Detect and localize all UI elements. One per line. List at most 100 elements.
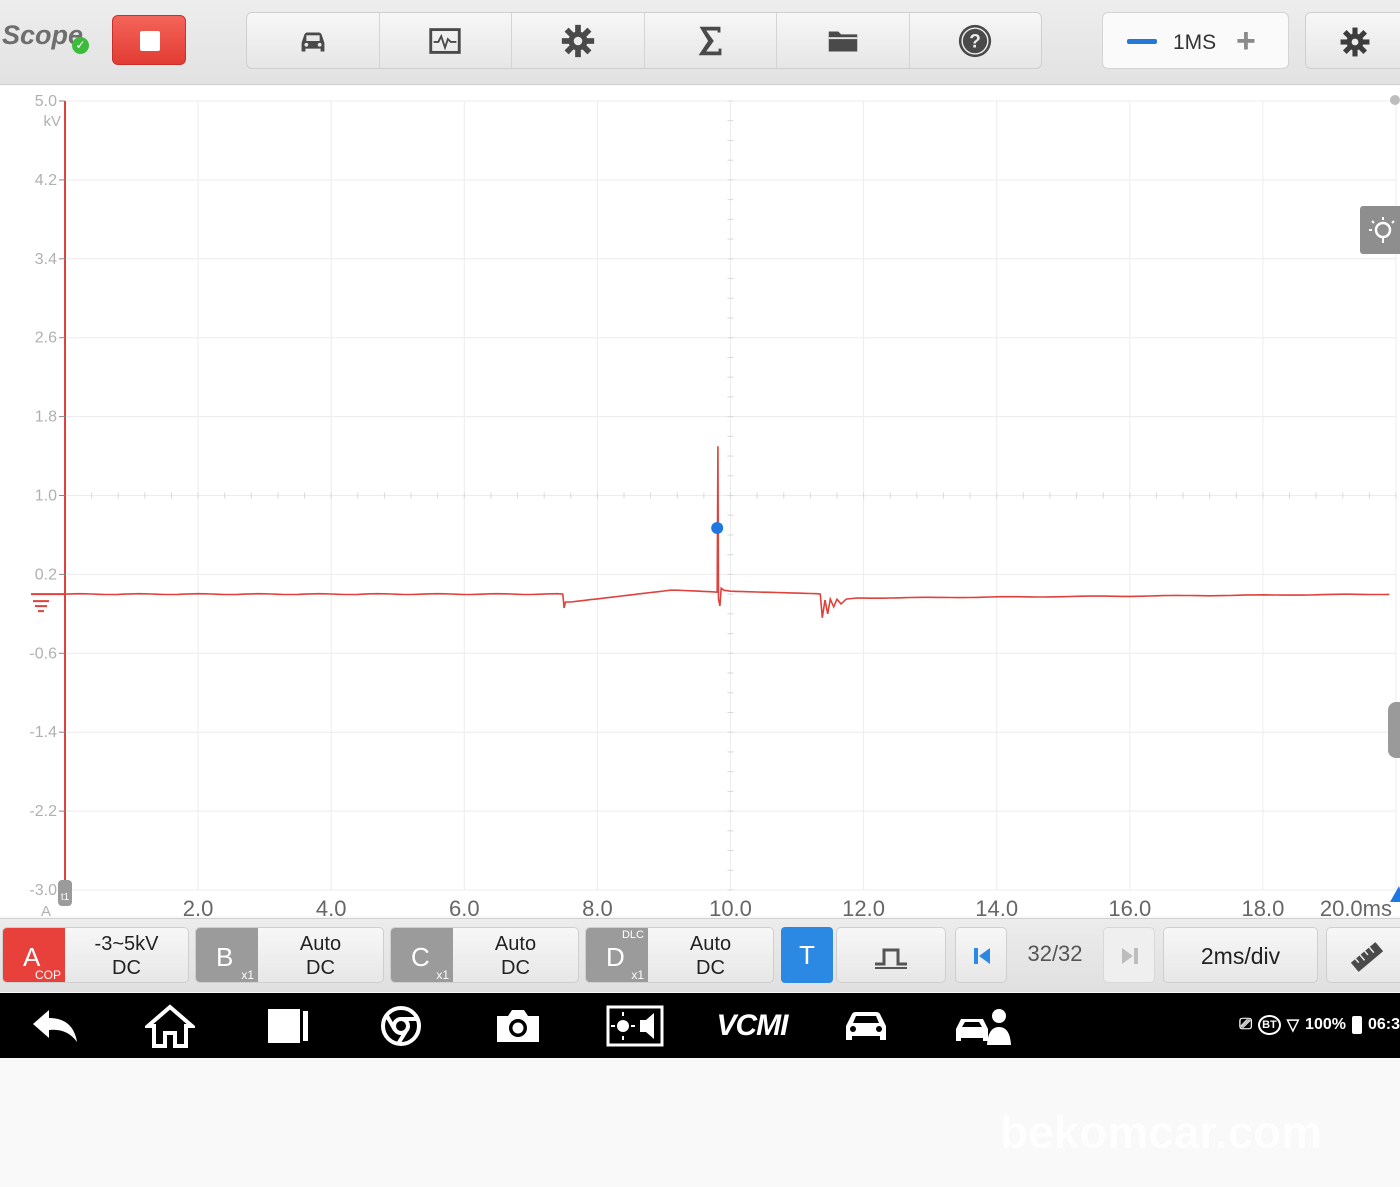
- x-tick-label: 12.0: [842, 896, 885, 916]
- y-tick-label: 3.4: [35, 251, 57, 268]
- camera-button[interactable]: [490, 1003, 546, 1049]
- channel-c-coupling: DC: [501, 957, 530, 979]
- y-tick-label: 0.2: [35, 566, 57, 583]
- vcmi-label: VCMI: [716, 1009, 789, 1042]
- rate-increase-button[interactable]: +: [1236, 24, 1256, 58]
- math-button[interactable]: [645, 13, 777, 68]
- skip-last-icon: [1122, 948, 1138, 964]
- channel-c-settings[interactable]: C x1 Auto DC: [390, 927, 579, 983]
- channel-c-probe: x1: [436, 968, 449, 982]
- battery-level: 100%: [1305, 1016, 1346, 1033]
- trigger-point[interactable]: [711, 522, 724, 535]
- remote-expert-button[interactable]: [952, 1003, 1014, 1049]
- trigger-edge-button[interactable]: [836, 927, 946, 983]
- battery-icon: [1351, 1016, 1362, 1034]
- channel-d-range-value: Auto: [689, 933, 732, 955]
- gear-icon: [561, 24, 594, 57]
- files-button[interactable]: [777, 13, 910, 68]
- display-volume-button[interactable]: [604, 1003, 666, 1049]
- side-panel-handle[interactable]: [1388, 702, 1400, 758]
- ruler-icon: [1350, 942, 1384, 972]
- system-nav-bar: VCMI ⎚ BT ▽ 100% 06:3: [0, 993, 1400, 1058]
- gear-icon: [1340, 27, 1370, 57]
- recent-apps-button[interactable]: [258, 1003, 314, 1049]
- advanced-settings-button[interactable]: [1305, 12, 1400, 69]
- top-toolbar: Scope ✓ ? 1MS +: [0, 0, 1400, 85]
- vcmi-button[interactable]: VCMI: [712, 1003, 792, 1049]
- y-unit-label: kV: [43, 113, 61, 130]
- channel-c-range: Auto DC: [453, 928, 578, 982]
- y-tick-label: -0.6: [29, 645, 57, 662]
- last-frame-button[interactable]: [1103, 927, 1155, 983]
- channel-c-range-value: Auto: [494, 933, 537, 955]
- skip-first-icon: [974, 948, 990, 964]
- channel-d-tag: D DLC x1: [586, 928, 648, 982]
- folder-icon: [828, 31, 857, 51]
- waveform-library-button[interactable]: [380, 13, 512, 68]
- brightness-button[interactable]: [1360, 206, 1400, 254]
- channel-a-settings[interactable]: A COP -3~5kV DC: [2, 927, 189, 983]
- channel-b-settings[interactable]: B x1 Auto DC: [195, 927, 384, 983]
- home-button[interactable]: [142, 1003, 198, 1049]
- back-button[interactable]: [27, 1003, 83, 1049]
- y-tick-label: 1.0: [35, 488, 57, 505]
- channel-d-label: D: [606, 942, 625, 972]
- y-tick-label: 1.8: [35, 409, 57, 426]
- first-frame-button[interactable]: [955, 927, 1007, 983]
- channel-d-range: Auto DC: [648, 928, 773, 982]
- watermark: bekomcar.com: [1000, 1106, 1323, 1158]
- status-area: ⎚ BT ▽ 100% 06:3: [1239, 1015, 1400, 1035]
- channel-d-probe: x1: [631, 968, 644, 982]
- y-tick-label: 2.6: [35, 330, 57, 347]
- vehicle-diagnostics-button[interactable]: [838, 1003, 894, 1049]
- help-button[interactable]: ?: [910, 13, 1042, 68]
- channel-a-trace[interactable]: [64, 446, 1390, 618]
- x-tick-label: 2.0: [183, 896, 214, 916]
- stop-button[interactable]: [112, 15, 186, 65]
- settings-button[interactable]: [512, 13, 645, 68]
- measure-button[interactable]: [1326, 927, 1400, 983]
- camera-icon: [497, 1010, 539, 1042]
- channel-a-probe: COP: [34, 968, 61, 982]
- channel-a-range-value: -3~5kV: [94, 933, 159, 955]
- channel-d-settings[interactable]: D DLC x1 Auto DC: [585, 927, 774, 983]
- waveform-plot[interactable]: 5.0 4.2 3.4 2.6 1.8 1.0 0.2 -0.6 -1.4 -2.2 -3.0 kV 2…: [0, 86, 1400, 916]
- car-icon: [301, 31, 325, 51]
- sigma-icon: [698, 26, 722, 55]
- x-tick-label: 10.0: [709, 896, 752, 916]
- channel-b-probe: x1: [241, 968, 254, 982]
- channel-a-range: -3~5kV DC: [65, 928, 188, 982]
- channel-b-label: B: [216, 942, 234, 972]
- wifi-icon: ▽: [1286, 1017, 1300, 1034]
- light-bulb-icon: [1369, 217, 1395, 243]
- x-tick-label: 4.0: [316, 896, 347, 916]
- channel-a-coupling: DC: [112, 957, 141, 979]
- y-tick-label: -1.4: [29, 724, 57, 741]
- trigger-time-marker[interactable]: [1390, 886, 1400, 902]
- back-icon: [33, 1010, 77, 1042]
- cursor-t1-label: t1: [61, 892, 70, 903]
- recent-apps-icon: [268, 1009, 308, 1043]
- timebase-selector[interactable]: 2ms/div: [1163, 927, 1318, 983]
- channel-b-tag: B x1: [196, 928, 258, 982]
- channel-b-coupling: DC: [306, 957, 335, 979]
- svg-text:?: ?: [969, 31, 981, 52]
- x-tick-label: 8.0: [582, 896, 613, 916]
- car-technician-icon: [956, 1009, 1011, 1045]
- rate-decrease-button[interactable]: [1127, 39, 1157, 44]
- channel-d-source: DLC: [621, 929, 644, 941]
- channel-axis-marker: A: [41, 903, 51, 916]
- brightness-volume-icon: [606, 1005, 664, 1047]
- sample-rate-control: 1MS +: [1102, 12, 1289, 69]
- x-tick-label: 6.0: [449, 896, 480, 916]
- x-tick-label: 18.0: [1241, 896, 1284, 916]
- channel-b-range-value: Auto: [299, 933, 342, 955]
- trigger-button[interactable]: T: [781, 927, 833, 983]
- help-icon: ?: [959, 24, 992, 57]
- car-icon: [846, 1012, 886, 1040]
- plot-corner-indicator: [1390, 95, 1400, 105]
- vehicle-button[interactable]: [247, 13, 380, 68]
- scope-display[interactable]: 5.0 4.2 3.4 2.6 1.8 1.0 0.2 -0.6 -1.4 -2.2 -3.0 kV 2…: [0, 86, 1400, 916]
- browser-button[interactable]: [373, 1003, 429, 1049]
- x-tick-label: 16.0: [1108, 896, 1151, 916]
